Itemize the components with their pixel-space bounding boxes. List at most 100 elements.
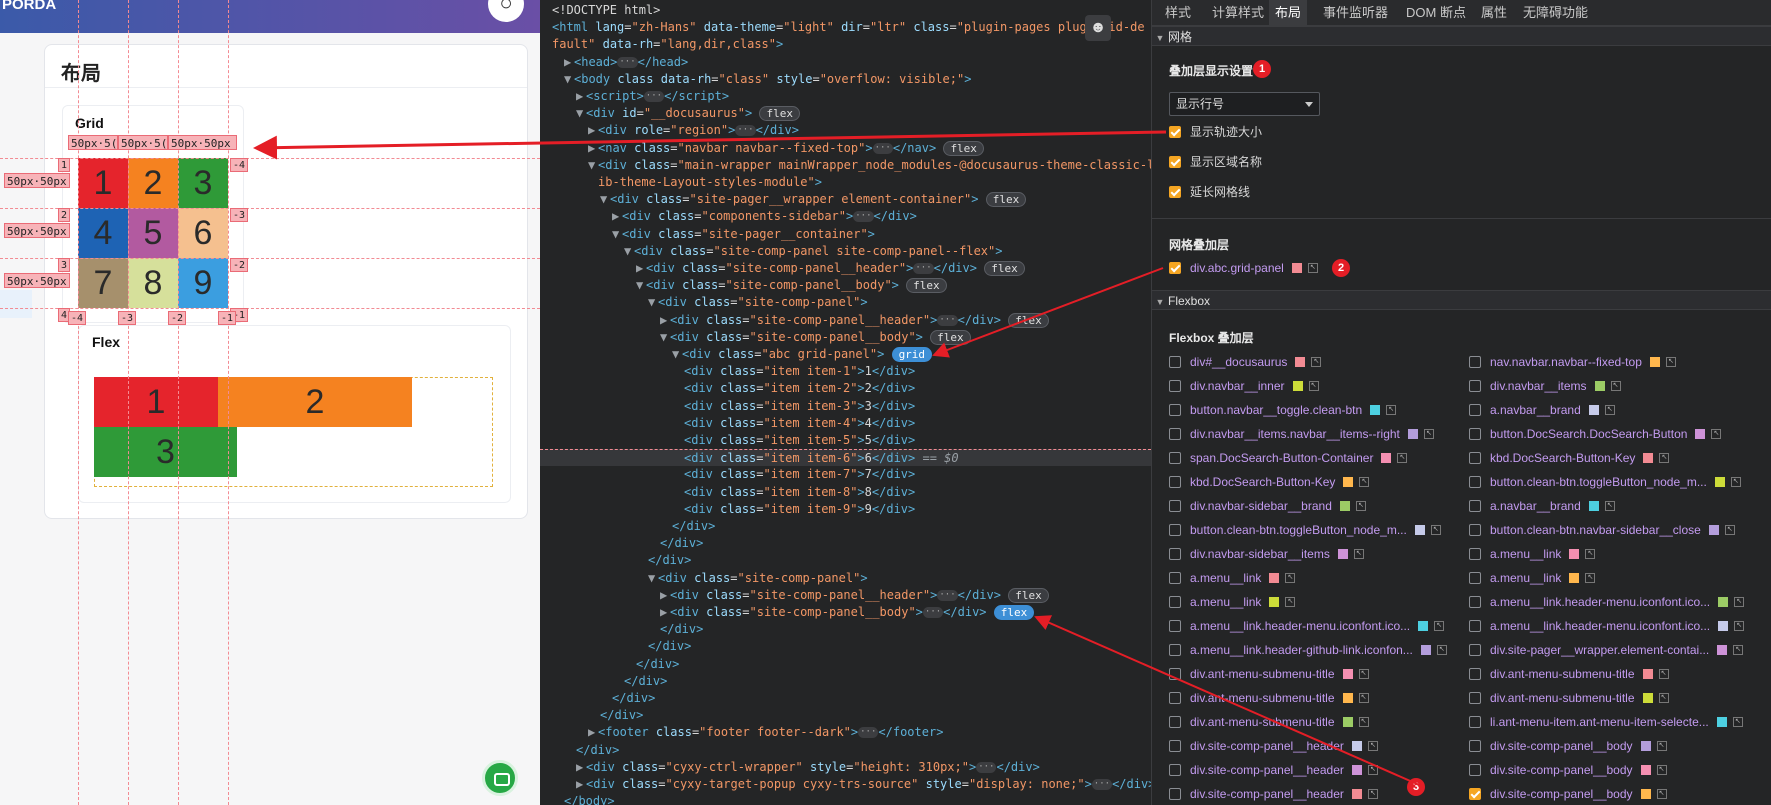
dom-node-line[interactable]: <div class="item item-2">2</div> (540, 380, 1151, 397)
flex-overlay-row[interactable]: a.navbar__brand ↖ (1469, 497, 1615, 515)
grid-overlay-row[interactable]: div.abc.grid-panel ↖ (1169, 259, 1318, 277)
flex-overlay-row[interactable]: div.navbar-sidebar__brand ↖ (1169, 497, 1366, 515)
select-element-icon[interactable]: ↖ (1658, 692, 1669, 703)
flex-overlay-row[interactable]: div.navbar__items ↖ (1469, 377, 1621, 395)
flex-overlay-checkbox[interactable] (1169, 355, 1181, 368)
flex-overlay-checkbox[interactable] (1469, 787, 1481, 800)
dom-node-line[interactable]: ▶ <nav class="navbar navbar--fixed-top"> ·… (540, 140, 1151, 157)
overlay-color-swatch[interactable] (1640, 764, 1651, 775)
overlay-color-swatch[interactable] (1351, 788, 1362, 799)
overlay-color-swatch[interactable] (1588, 404, 1599, 415)
dom-node-line[interactable]: <!DOCTYPE html> (540, 2, 1151, 19)
flex-overlay-checkbox[interactable] (1169, 667, 1181, 680)
flex-overlay-row[interactable]: div.site-comp-panel__body ↖ (1469, 737, 1667, 755)
select-element-icon[interactable]: ↖ (1604, 404, 1615, 415)
select-element-icon[interactable]: ↖ (1585, 548, 1596, 559)
overlay-color-swatch[interactable] (1695, 428, 1706, 439)
overlay-color-swatch[interactable] (1718, 596, 1729, 607)
select-element-icon[interactable]: ↖ (1711, 428, 1722, 439)
flex-overlay-row[interactable]: kbd.DocSearch-Button-Key ↖ (1169, 473, 1370, 491)
flex-overlay-row[interactable]: a.menu__link.header-menu.iconfont.ico...… (1169, 617, 1445, 635)
select-element-icon[interactable]: ↖ (1367, 764, 1378, 775)
flex-overlay-checkbox[interactable] (1469, 451, 1481, 464)
grid-overlay-checkbox[interactable] (1169, 261, 1181, 274)
select-element-icon[interactable]: ↖ (1367, 740, 1378, 751)
select-element-icon[interactable]: ↖ (1308, 380, 1319, 391)
dom-node-line[interactable]: </div> (540, 621, 1151, 638)
flex-overlay-checkbox[interactable] (1169, 427, 1181, 440)
select-element-icon[interactable]: ↖ (1656, 740, 1667, 751)
overlay-color-swatch[interactable] (1269, 572, 1280, 583)
flex-overlay-row[interactable]: button.clean-btn.toggleButton_node_m... ↖ (1169, 521, 1441, 539)
flex-overlay-checkbox[interactable] (1469, 619, 1481, 632)
flex-overlay-row[interactable]: kbd.DocSearch-Button-Key ↖ (1469, 449, 1670, 467)
dom-node-line[interactable]: ▶ <footer class="footer footer--dark"> ···… (540, 724, 1151, 741)
flex-overlay-checkbox[interactable] (1469, 763, 1481, 776)
select-element-icon[interactable]: ↖ (1358, 716, 1369, 727)
overlay-color-swatch[interactable] (1640, 740, 1651, 751)
flex-overlay-checkbox[interactable] (1469, 475, 1481, 488)
dom-node-line[interactable]: ib-theme-Layout-styles-module"> (540, 174, 1151, 191)
flex-overlay-checkbox[interactable] (1169, 715, 1181, 728)
flex-overlay-row[interactable]: div.site-comp-panel__header ↖ (1169, 737, 1378, 755)
select-element-icon[interactable]: ↖ (1359, 476, 1370, 487)
dom-node-line[interactable]: ▶ <script> ··· </script> (540, 88, 1151, 105)
flex-overlay-checkbox[interactable] (1469, 523, 1481, 536)
overlay-color-swatch[interactable] (1708, 524, 1719, 535)
flex-overlay-checkbox[interactable] (1169, 691, 1181, 704)
flex-overlay-row[interactable]: nav.navbar.navbar--fixed-top ↖ (1469, 353, 1676, 371)
dom-node-line[interactable]: ▼ <div id="__docusaurus"> flex (540, 105, 1151, 122)
flex-overlay-row[interactable]: div.site-comp-panel__body ↖ (1469, 785, 1667, 803)
dom-node-line[interactable]: <div class="item item-9">9</div> (540, 501, 1151, 518)
dom-node-line[interactable]: ▶ <head> ··· </head> (540, 54, 1151, 71)
overlay-color-swatch[interactable] (1342, 692, 1353, 703)
select-element-icon[interactable]: ↖ (1734, 596, 1745, 607)
option-checkbox[interactable] (1169, 155, 1181, 168)
overlay-color-swatch[interactable] (1420, 644, 1431, 655)
flex-overlay-checkbox[interactable] (1169, 523, 1181, 536)
overlay-color-swatch[interactable] (1716, 716, 1727, 727)
overlay-color-swatch[interactable] (1594, 380, 1605, 391)
overlay-option[interactable]: 延长网格线 (1169, 183, 1250, 201)
accessibility-icon[interactable]: ☻ (1085, 15, 1111, 41)
overlay-color-swatch[interactable] (1407, 428, 1418, 439)
flex-overlay-checkbox[interactable] (1169, 595, 1181, 608)
overlay-color-swatch[interactable] (1339, 500, 1350, 511)
flex-overlay-checkbox[interactable] (1469, 547, 1481, 560)
dom-node-line[interactable]: </div> (540, 552, 1151, 569)
flex-overlay-row[interactable]: a.navbar__brand ↖ (1469, 401, 1615, 419)
dom-node-line[interactable]: ▼ <div class="site-pager__wrapper element… (540, 191, 1151, 208)
dom-node-line[interactable]: </div> (540, 673, 1151, 690)
brand-logo-text[interactable]: PORDA (2, 0, 56, 13)
flex-overlay-checkbox[interactable] (1469, 571, 1481, 584)
flex-overlay-row[interactable]: a.menu__link ↖ (1469, 545, 1596, 563)
flex-overlay-row[interactable]: div.site-comp-panel__header ↖ (1169, 761, 1378, 779)
flex-overlay-checkbox[interactable] (1469, 355, 1481, 368)
flex-overlay-checkbox[interactable] (1469, 691, 1481, 704)
dom-node-line[interactable]: ▼ <div class="main-wrapper mainWrapper_no… (540, 157, 1151, 174)
select-element-icon[interactable]: ↖ (1355, 500, 1366, 511)
dom-node-line[interactable]: ▼ <div class="site-comp-panel__body"> fle… (540, 329, 1151, 346)
select-element-icon[interactable]: ↖ (1285, 596, 1296, 607)
select-element-icon[interactable]: ↖ (1732, 716, 1743, 727)
devtools-tab[interactable]: 布局 (1269, 0, 1308, 26)
select-element-icon[interactable]: ↖ (1610, 380, 1621, 391)
flex-overlay-row[interactable]: button.clean-btn.navbar-sidebar__close ↖ (1469, 521, 1735, 539)
devtools-tab[interactable]: 属性 (1475, 0, 1513, 26)
dom-node-line[interactable]: <div class="item item-3">3</div> (540, 398, 1151, 415)
dom-node-line[interactable]: ▼ <div class="abc grid-panel"> grid (540, 346, 1151, 363)
dom-node-line[interactable]: <div class="item item-4">4</div> (540, 415, 1151, 432)
overlay-option[interactable]: 显示区域名称 (1169, 153, 1262, 171)
dom-node-line[interactable]: ▶ <div class="cyxy-target-popup cyxy-trs-… (540, 776, 1151, 793)
select-element-icon[interactable]: ↖ (1307, 262, 1318, 273)
dom-node-line[interactable]: ▶ <div class="site-comp-panel__header"> ··… (540, 312, 1151, 329)
dom-node-line[interactable]: <div class="item item-6">6</div> == $0 (540, 449, 1151, 467)
overlay-color-swatch[interactable] (1588, 500, 1599, 511)
flexbox-section-header[interactable]: ▼ Flexbox (1152, 290, 1771, 310)
dom-node-line[interactable]: </div> (540, 690, 1151, 707)
overlay-color-swatch[interactable] (1370, 404, 1381, 415)
overlay-color-swatch[interactable] (1649, 356, 1660, 367)
select-element-icon[interactable]: ↖ (1665, 356, 1676, 367)
dom-node-line[interactable]: ▶ <div role="region"> ··· </div> (540, 122, 1151, 139)
overlay-color-swatch[interactable] (1342, 668, 1353, 679)
